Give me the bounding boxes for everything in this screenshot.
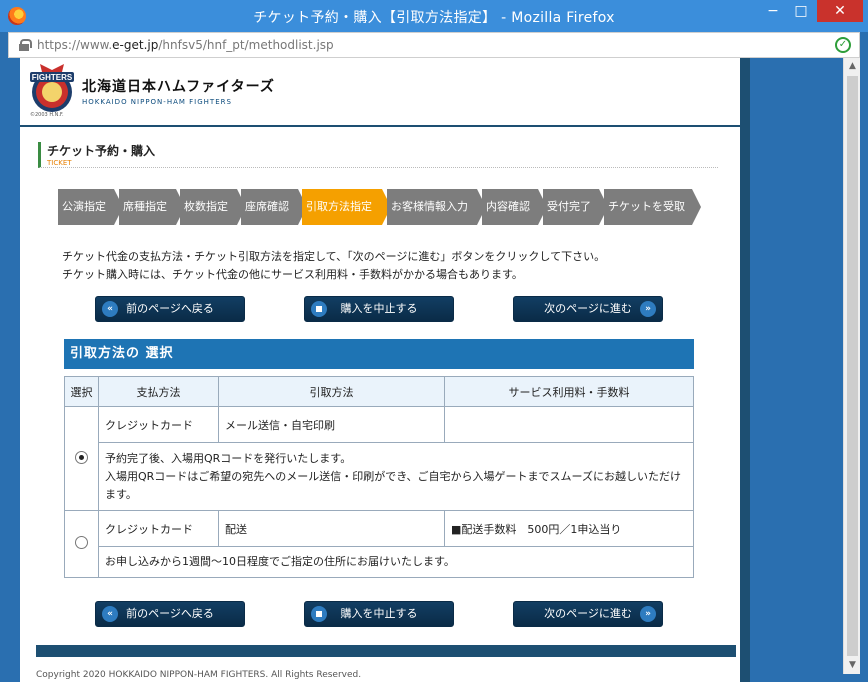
- url-text[interactable]: https://www.e-get.jp/hnfsv5/hnf_pt/metho…: [37, 38, 334, 52]
- footer-bar: [36, 645, 736, 657]
- window-title: チケット予約・購入【引取方法指定】 - Mozilla Firefox: [253, 10, 615, 26]
- brand-name-ja: 北海道日本ハムファイターズ: [82, 79, 275, 95]
- page-viewport: FIGHTERS ©2003 H.N.F. 北海道日本ハムファイターズ HOKK…: [8, 58, 842, 682]
- double-chevron-right-icon: »: [640, 606, 656, 622]
- table-row-desc: お申し込みから1週間～10日程度でご指定の住所にお届けいたします。: [65, 546, 694, 578]
- minimize-button[interactable]: −: [759, 0, 787, 22]
- back-button-label: 前のページへ戻る: [126, 302, 214, 315]
- lock-icon: [19, 39, 32, 51]
- content-edge: [740, 58, 750, 682]
- step-7: 内容確認: [482, 189, 547, 225]
- table-row: クレジットカード 配送 ■配送手数料 500円／1申込当り: [64, 510, 694, 578]
- step-2: 席種指定: [119, 189, 185, 225]
- copyright: Copyright 2020 HOKKAIDO NIPPON-HAM FIGHT…: [36, 670, 362, 680]
- radio-delivery[interactable]: [75, 536, 88, 549]
- step-8: 受付完了: [543, 189, 608, 225]
- radio-email-print[interactable]: [75, 450, 88, 464]
- table-header-row: 選択 支払方法 引取方法 サービス利用料・手数料: [64, 376, 694, 407]
- step-3: 枚数指定: [180, 189, 246, 225]
- panel-title: 引取方法の 選択: [64, 339, 694, 369]
- method-cell: メール送信・自宅印刷: [218, 406, 445, 443]
- fee-cell: [444, 406, 694, 443]
- col-select: 選択: [64, 376, 99, 407]
- next-button-label: 次のページに進む: [544, 302, 632, 315]
- next-button-label: 次のページに進む: [544, 607, 632, 620]
- scroll-up-icon[interactable]: ▲: [844, 58, 861, 75]
- method-description: 予約完了後、入場用QRコードを発行いたします。 入場用QRコードはご希望の宛先へ…: [98, 442, 694, 511]
- step-5-current: 引取方法指定: [302, 189, 391, 225]
- step-6: お客様情報入力: [387, 189, 486, 225]
- double-chevron-left-icon: «: [102, 301, 118, 317]
- cancel-button[interactable]: 購入を中止する: [304, 296, 454, 322]
- page-content: FIGHTERS ©2003 H.N.F. 北海道日本ハムファイターズ HOKK…: [20, 58, 740, 682]
- col-payment: 支払方法: [98, 376, 219, 407]
- brand-name-en: HOKKAIDO NIPPON-HAM FIGHTERS: [82, 98, 232, 106]
- fee-cell: ■配送手数料 500円／1申込当り: [444, 510, 694, 547]
- instruction-line-1: チケット代金の支払方法・チケット引取方法を指定して、「次のページに進む」ボタンを…: [62, 250, 606, 263]
- verified-check-icon[interactable]: ✓: [835, 37, 851, 53]
- select-cell: [64, 406, 99, 511]
- address-bar[interactable]: https://www.e-get.jp/hnfsv5/hnf_pt/metho…: [8, 32, 860, 58]
- step-1: 公演指定: [58, 189, 123, 225]
- select-cell: [64, 510, 99, 578]
- page-title: チケット予約・購入 TICKET: [38, 142, 718, 168]
- col-method: 引取方法: [218, 376, 445, 407]
- col-fee: サービス利用料・手数料: [444, 376, 694, 407]
- close-button[interactable]: ✕: [817, 0, 863, 22]
- cancel-button-bottom[interactable]: 購入を中止する: [304, 601, 454, 627]
- stop-icon: [311, 606, 327, 622]
- fighters-logo-icon: FIGHTERS: [30, 64, 74, 112]
- vertical-scrollbar[interactable]: ▲ ▼: [843, 58, 860, 674]
- logo-copyright: ©2003 H.N.F.: [30, 112, 64, 118]
- method-description: お申し込みから1週間～10日程度でご指定の住所にお届けいたします。: [98, 546, 694, 578]
- brand-name[interactable]: 北海道日本ハムファイターズ HOKKAIDO NIPPON-HAM FIGHTE…: [82, 76, 275, 106]
- window-titlebar: チケット予約・購入【引取方法指定】 - Mozilla Firefox − □ …: [0, 0, 868, 32]
- double-chevron-left-icon: «: [102, 606, 118, 622]
- table-row: クレジットカード メール送信・自宅印刷: [64, 406, 694, 511]
- table-row-desc: 予約完了後、入場用QRコードを発行いたします。 入場用QRコードはご希望の宛先へ…: [65, 442, 694, 511]
- header-divider: [20, 125, 740, 127]
- instructions: チケット代金の支払方法・チケット引取方法を指定して、「次のページに進む」ボタンを…: [62, 248, 605, 284]
- scroll-down-icon[interactable]: ▼: [844, 657, 861, 674]
- page-title-text: チケット予約・購入: [47, 144, 156, 158]
- method-cell: 配送: [218, 510, 445, 547]
- payment-cell: クレジットカード: [98, 406, 219, 443]
- step-4: 座席確認: [241, 189, 307, 225]
- next-button-bottom[interactable]: 次のページに進む »: [513, 601, 663, 627]
- payment-cell: クレジットカード: [98, 510, 219, 547]
- stop-icon: [311, 301, 327, 317]
- back-button[interactable]: « 前のページへ戻る: [95, 296, 245, 322]
- back-button-bottom[interactable]: « 前のページへ戻る: [95, 601, 245, 627]
- double-chevron-right-icon: »: [640, 301, 656, 317]
- scroll-thumb[interactable]: [847, 76, 858, 656]
- maximize-button[interactable]: □: [787, 0, 815, 22]
- next-button[interactable]: 次のページに進む »: [513, 296, 663, 322]
- cancel-button-label: 購入を中止する: [340, 302, 418, 315]
- page-title-sub: TICKET: [47, 159, 72, 167]
- svg-text:FIGHTERS: FIGHTERS: [32, 73, 73, 82]
- cancel-button-label: 購入を中止する: [340, 607, 418, 620]
- back-button-label: 前のページへ戻る: [126, 607, 214, 620]
- method-table: 選択 支払方法 引取方法 サービス利用料・手数料 クレジットカード メール送信・…: [64, 376, 694, 578]
- instruction-line-2: チケット購入時には、チケット代金の他にサービス利用料・手数料がかかる場合もありま…: [62, 268, 523, 281]
- step-9: チケットを受取る: [604, 189, 701, 249]
